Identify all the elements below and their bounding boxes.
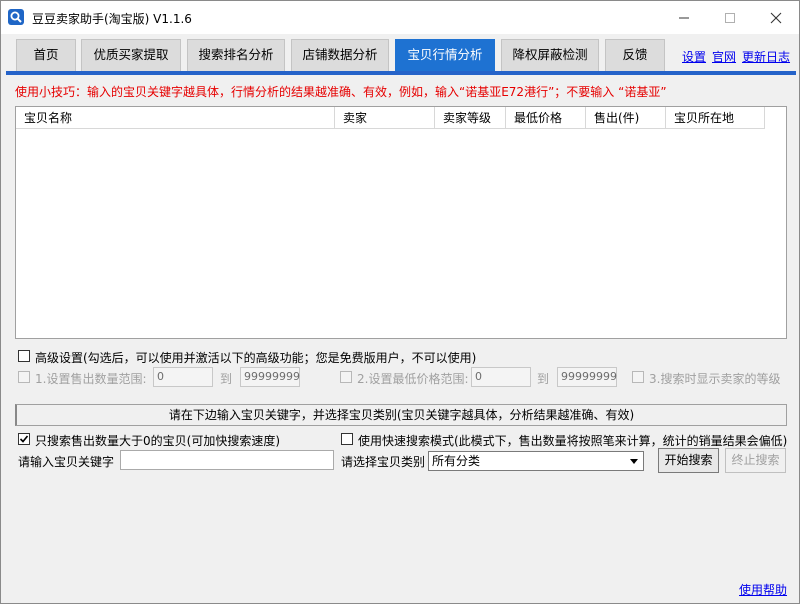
tab-home[interactable]: 首页 — [16, 39, 76, 71]
fast-mode-checkbox[interactable] — [341, 433, 353, 445]
only-sold-label: 只搜索售出数量大于0的宝贝(可加快搜索速度) — [35, 434, 280, 448]
tab-buyer-extract[interactable]: 优质买家提取 — [81, 39, 181, 71]
show-seller-level-label: 3.搜索时显示卖家的等级 — [649, 372, 781, 386]
tab-shop-data[interactable]: 店铺数据分析 — [291, 39, 389, 71]
chevron-down-icon — [630, 459, 638, 464]
column-header-seller-level[interactable]: 卖家等级 — [435, 107, 506, 129]
tab-feedback[interactable]: 反馈 — [605, 39, 665, 71]
changelog-link[interactable]: 更新日志 — [742, 48, 790, 65]
sales-range-from-input[interactable]: 0 — [153, 367, 213, 387]
category-selected-value: 所有分类 — [432, 454, 481, 468]
tab-penalty-check[interactable]: 降权屏蔽检测 — [501, 39, 599, 71]
column-header-seller[interactable]: 卖家 — [335, 107, 435, 129]
close-button[interactable] — [753, 1, 799, 34]
price-range-from-input[interactable]: 0 — [471, 367, 531, 387]
column-header-item-name[interactable]: 宝贝名称 — [16, 107, 335, 129]
sales-range-checkbox[interactable] — [18, 371, 30, 383]
sales-range-to-label: 到 — [220, 372, 233, 386]
close-icon — [770, 12, 782, 24]
sales-range-to-input[interactable]: 99999999 — [240, 367, 300, 387]
price-range-to-input[interactable]: 99999999 — [557, 367, 617, 387]
column-header-sold[interactable]: 售出(件) — [586, 107, 666, 129]
only-sold-checkbox[interactable] — [18, 433, 30, 445]
official-site-link[interactable]: 官网 — [712, 48, 736, 65]
column-header-location[interactable]: 宝贝所在地 — [666, 107, 765, 129]
search-instruction-banner: 请在下边输入宝贝关键字，并选择宝贝类别(宝贝关键字越具体，分析结果越准确、有效) — [15, 404, 787, 426]
tab-item-market[interactable]: 宝贝行情分析 — [395, 39, 495, 71]
advanced-settings-checkbox[interactable] — [18, 350, 30, 362]
stop-search-button[interactable]: 终止搜索 — [725, 448, 786, 473]
tab-search-rank[interactable]: 搜索排名分析 — [187, 39, 285, 71]
keyword-label: 请输入宝贝关键字 — [18, 455, 115, 469]
checkmark-icon — [19, 435, 29, 443]
title-bar[interactable]: 豆豆卖家助手(淘宝版) V1.1.6 — [1, 1, 799, 34]
app-window: 豆豆卖家助手(淘宝版) V1.1.6 首页 优质买家提取 搜索排名分析 店铺数据… — [0, 0, 800, 604]
category-select[interactable]: 所有分类 — [428, 451, 644, 471]
tab-underline — [6, 71, 796, 75]
advanced-settings-label: 高级设置(勾选后，可以使用并激活以下的高级功能；您是免费版用户，不可以使用) — [35, 351, 477, 365]
price-range-to-label: 到 — [537, 372, 550, 386]
settings-link[interactable]: 设置 — [682, 48, 706, 65]
minimize-icon — [679, 17, 689, 19]
results-table[interactable]: 宝贝名称 卖家 卖家等级 最低价格 售出(件) 宝贝所在地 — [15, 106, 787, 339]
show-seller-level-checkbox[interactable] — [632, 371, 644, 383]
search-app-icon — [8, 9, 24, 25]
usage-tip: 使用小技巧：输入的宝贝关键字越具体，行情分析的结果越准确、有效，例如，输入“诺基… — [15, 85, 667, 99]
start-search-button[interactable]: 开始搜索 — [658, 448, 719, 473]
category-label: 请选择宝贝类别 — [341, 455, 426, 469]
help-link[interactable]: 使用帮助 — [739, 581, 787, 598]
minimize-button[interactable] — [661, 1, 707, 34]
fast-mode-label: 使用快速搜索模式(此模式下，售出数量将按照笔来计算，统计的销量结果会偏低) — [358, 434, 788, 448]
price-range-checkbox[interactable] — [340, 371, 352, 383]
tab-bar: 首页 优质买家提取 搜索排名分析 店铺数据分析 宝贝行情分析 降权屏蔽检测 反馈… — [1, 34, 799, 72]
keyword-input[interactable] — [120, 450, 334, 470]
maximize-icon — [725, 13, 735, 23]
maximize-button[interactable] — [707, 1, 753, 34]
sales-range-label: 1.设置售出数量范围: — [35, 372, 147, 386]
price-range-label: 2.设置最低价格范围: — [357, 372, 469, 386]
dropdown-button[interactable] — [626, 453, 642, 469]
column-header-min-price[interactable]: 最低价格 — [506, 107, 586, 129]
window-title: 豆豆卖家助手(淘宝版) V1.1.6 — [32, 12, 192, 26]
